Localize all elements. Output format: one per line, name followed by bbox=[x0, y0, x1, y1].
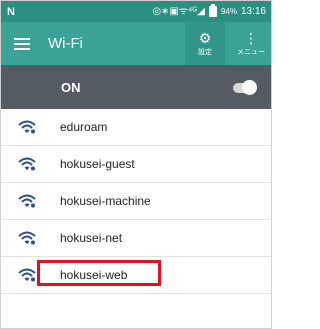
hamburger-menu-icon[interactable] bbox=[14, 35, 30, 53]
clock: 13:16 bbox=[240, 6, 266, 17]
wifi-signal-locked-icon bbox=[18, 120, 36, 134]
wifi-signal-locked-icon bbox=[18, 194, 36, 208]
settings-button[interactable]: ⚙ 設定 bbox=[185, 22, 225, 65]
battery-icon bbox=[208, 4, 217, 17]
overflow-menu-button[interactable]: ⋮ メニュー bbox=[231, 22, 271, 65]
battery-percent: 94% bbox=[220, 7, 237, 16]
settings-label: 設定 bbox=[198, 48, 212, 56]
network-item-eduroam[interactable]: eduroam bbox=[1, 109, 271, 146]
menu-label: メニュー bbox=[237, 48, 265, 56]
gear-icon: ⚙ bbox=[198, 29, 212, 46]
app-toolbar: Wi-Fi ⚙ 設定 ⋮ メニュー bbox=[1, 22, 271, 65]
network-item-hokusei-web[interactable]: hokusei-web bbox=[1, 257, 271, 294]
wifi-toggle-label: ON bbox=[61, 79, 81, 95]
highlight-box bbox=[37, 260, 161, 286]
wifi-signal-locked-icon bbox=[18, 231, 36, 245]
network-item-hokusei-net[interactable]: hokusei-net bbox=[1, 220, 271, 257]
status-icons-text: ◎∗▣ᯤ⁴ᴳ◢ bbox=[152, 5, 205, 17]
more-vert-icon: ⋮ bbox=[244, 29, 258, 46]
wifi-settings-screen: N ◎∗▣ᯤ⁴ᴳ◢ 94% 13:16 Wi-Fi ⚙ 設定 ⋮ メニュー ON bbox=[0, 0, 272, 329]
network-name: hokusei-guest bbox=[60, 157, 135, 171]
network-item-hokusei-machine[interactable]: hokusei-machine bbox=[1, 183, 271, 220]
network-name: eduroam bbox=[60, 120, 108, 134]
wifi-signal-locked-icon bbox=[18, 268, 36, 282]
network-name: hokusei-machine bbox=[60, 194, 151, 208]
network-name: hokusei-net bbox=[60, 231, 123, 245]
status-bar: N ◎∗▣ᯤ⁴ᴳ◢ 94% 13:16 bbox=[1, 1, 271, 22]
network-list: eduroam hokusei-guest hokusei-machine ho… bbox=[1, 109, 271, 294]
status-icons: ◎∗▣ᯤ⁴ᴳ◢ 94% 13:16 bbox=[152, 4, 266, 17]
wifi-signal-locked-icon bbox=[18, 157, 36, 171]
page-title: Wi-Fi bbox=[48, 35, 83, 52]
wifi-toggle-row[interactable]: ON bbox=[1, 65, 271, 109]
wifi-toggle-switch[interactable] bbox=[233, 79, 257, 95]
network-item-hokusei-guest[interactable]: hokusei-guest bbox=[1, 146, 271, 183]
notification-n-icon: N bbox=[7, 5, 15, 18]
